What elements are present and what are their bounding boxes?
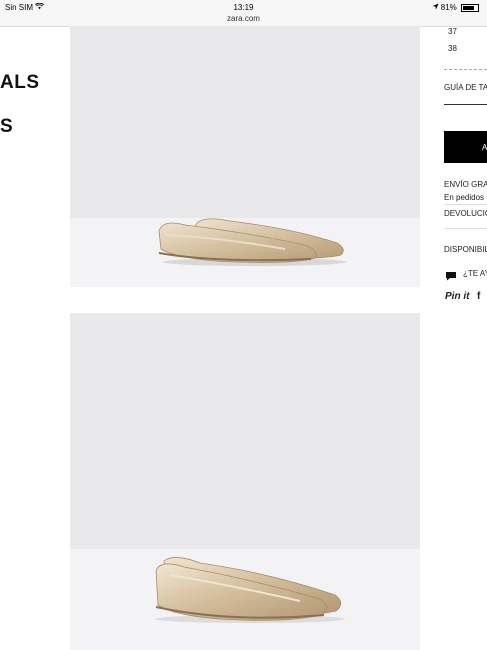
size-option-38[interactable]: 38 — [448, 44, 457, 53]
location-icon — [431, 3, 441, 12]
status-bar: Sin SIM 13:19 81% — [0, 0, 487, 14]
battery-icon — [461, 3, 479, 12]
add-to-cart-button[interactable]: A — [444, 131, 487, 163]
pinterest-icon[interactable]: Pin it — [445, 291, 469, 302]
size-option-37[interactable]: 37 — [448, 27, 457, 36]
facebook-icon[interactable]: f — [477, 291, 480, 302]
availability-link[interactable]: DISPONIBIL — [444, 245, 487, 254]
product-image-1[interactable] — [70, 26, 420, 287]
battery-percent: 81% — [440, 3, 457, 12]
divider — [444, 204, 487, 205]
product-title-line-2: S — [0, 116, 14, 137]
shipping-subtitle: En pedidos — [444, 193, 485, 202]
help-link[interactable]: ¿TE AY — [463, 269, 487, 278]
divider — [444, 69, 487, 70]
chat-icon[interactable] — [445, 268, 457, 286]
battery-status: 81% — [431, 3, 479, 12]
product-image-2[interactable] — [70, 313, 420, 650]
divider — [444, 104, 487, 105]
add-to-cart-label: A — [482, 143, 487, 152]
product-title-line-1: ALS — [0, 72, 40, 93]
divider — [444, 228, 487, 229]
size-guide-link[interactable]: GUÍA DE TA — [444, 83, 487, 92]
clock: 13:19 — [233, 3, 254, 12]
shoe-image — [155, 557, 345, 623]
shipping-title: ENVÍO GRA — [444, 180, 487, 189]
shoe-image — [158, 218, 347, 266]
returns-link[interactable]: DEVOLUCIO — [444, 209, 487, 218]
url-text: zara.com — [227, 14, 260, 23]
